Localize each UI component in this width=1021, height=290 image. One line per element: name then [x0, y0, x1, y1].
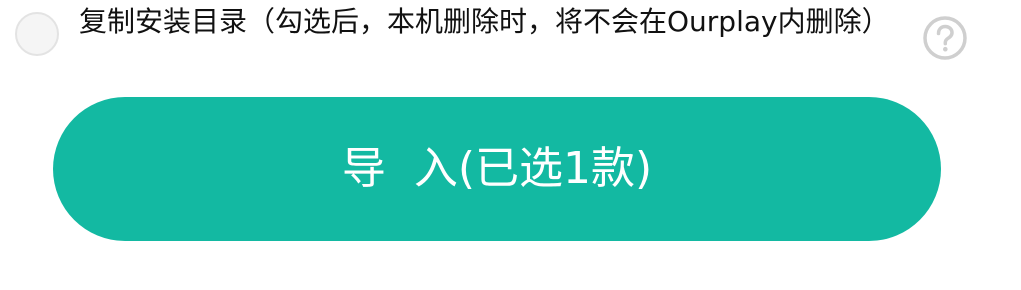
- import-button-label: 导 入(已选1款): [341, 143, 653, 194]
- copy-install-dir-option[interactable]: 复制安装目录（勾选后，本机删除时，将不会在Ourplay内删除）: [0, 0, 1021, 80]
- copy-install-dir-label: 复制安装目录（勾选后，本机删除时，将不会在Ourplay内删除）: [79, 5, 890, 38]
- import-button[interactable]: 导 入(已选1款): [53, 97, 941, 241]
- radio-unchecked-icon[interactable]: [15, 12, 59, 56]
- question-circle-icon[interactable]: [922, 15, 968, 61]
